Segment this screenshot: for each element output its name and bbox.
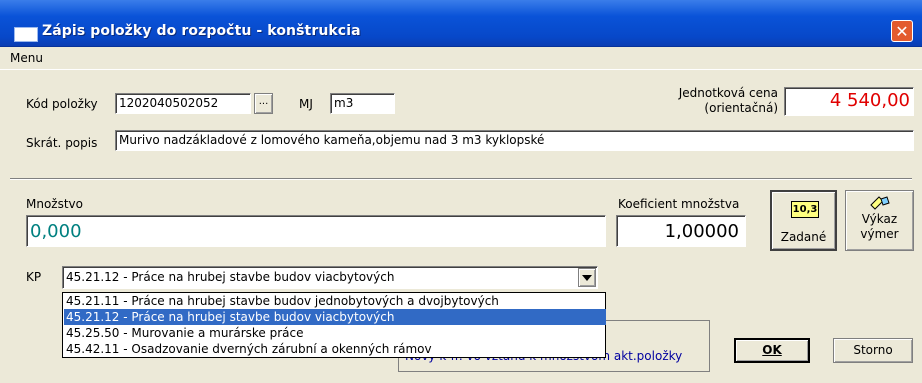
dialog-window: Zápis položky do rozpočtu - konštrukcia … [0, 0, 922, 383]
kod-label: Kód položky [26, 97, 98, 111]
koef-label: Koeficient množstva [618, 197, 740, 211]
window-title: Zápis položky do rozpočtu - konštrukcia [42, 23, 361, 39]
mnozstvo-input[interactable]: 0,000 [26, 215, 606, 247]
mj-input[interactable]: m3 [330, 93, 395, 114]
kp-option[interactable]: 45.21.11 - Práce na hrubej stavbe budov … [64, 293, 606, 309]
kp-option[interactable]: 45.42.11 - Osadzovanie dverných zárubní … [64, 341, 606, 357]
chevron-down-icon [582, 275, 592, 281]
menu-item-menu[interactable]: Menu [10, 51, 43, 65]
pencil-ruler-icon [870, 196, 890, 210]
close-icon: ✕ [895, 22, 909, 41]
kod-browse-button[interactable]: ... [254, 93, 273, 114]
app-icon [14, 27, 38, 42]
popis-input[interactable]: Murivo nadzákladové z lomového kameňa,ob… [115, 130, 914, 151]
mnozstvo-label: Množstvo [26, 197, 83, 211]
kp-label: KP [26, 270, 42, 284]
number-icon: 10,3 [791, 201, 819, 218]
kp-option[interactable]: 45.25.50 - Murovanie a murárske práce [64, 325, 606, 341]
title-bar[interactable]: Zápis položky do rozpočtu - konštrukcia … [0, 0, 922, 47]
popis-label: Skrát. popis [26, 136, 98, 150]
koef-input[interactable]: 1,00000 [616, 215, 746, 247]
kod-input[interactable]: 1202040502052 [115, 93, 251, 114]
kp-select[interactable]: 45.21.12 - Práce na hrubej stavbe budov … [62, 266, 598, 289]
vykaz-vymer-button[interactable]: Výkaz výmer [845, 190, 914, 251]
mj-label: MJ [299, 97, 313, 111]
close-button[interactable]: ✕ [891, 20, 913, 42]
cena-input[interactable]: 4 540,00 [784, 87, 914, 116]
kp-dropdown-list[interactable]: 45.21.11 - Práce na hrubej stavbe budov … [62, 292, 606, 358]
zadane-button[interactable]: 10,3 Zadané [770, 190, 837, 251]
cena-label: Jednotková cena [678, 86, 778, 100]
kp-option-selected[interactable]: 45.21.12 - Práce na hrubej stavbe budov … [64, 309, 606, 325]
vymer-label: výmer [860, 227, 899, 241]
ok-button[interactable]: OK [734, 338, 810, 363]
storno-button[interactable]: Storno [833, 338, 913, 363]
cena-sublabel: (orientačná) [704, 101, 778, 115]
menu-bar: Menu [0, 47, 922, 70]
zadane-label: Zadané [780, 230, 827, 244]
section-divider [10, 178, 912, 180]
kp-dropdown-button[interactable] [578, 268, 596, 287]
vykaz-label: Výkaz [861, 212, 898, 226]
